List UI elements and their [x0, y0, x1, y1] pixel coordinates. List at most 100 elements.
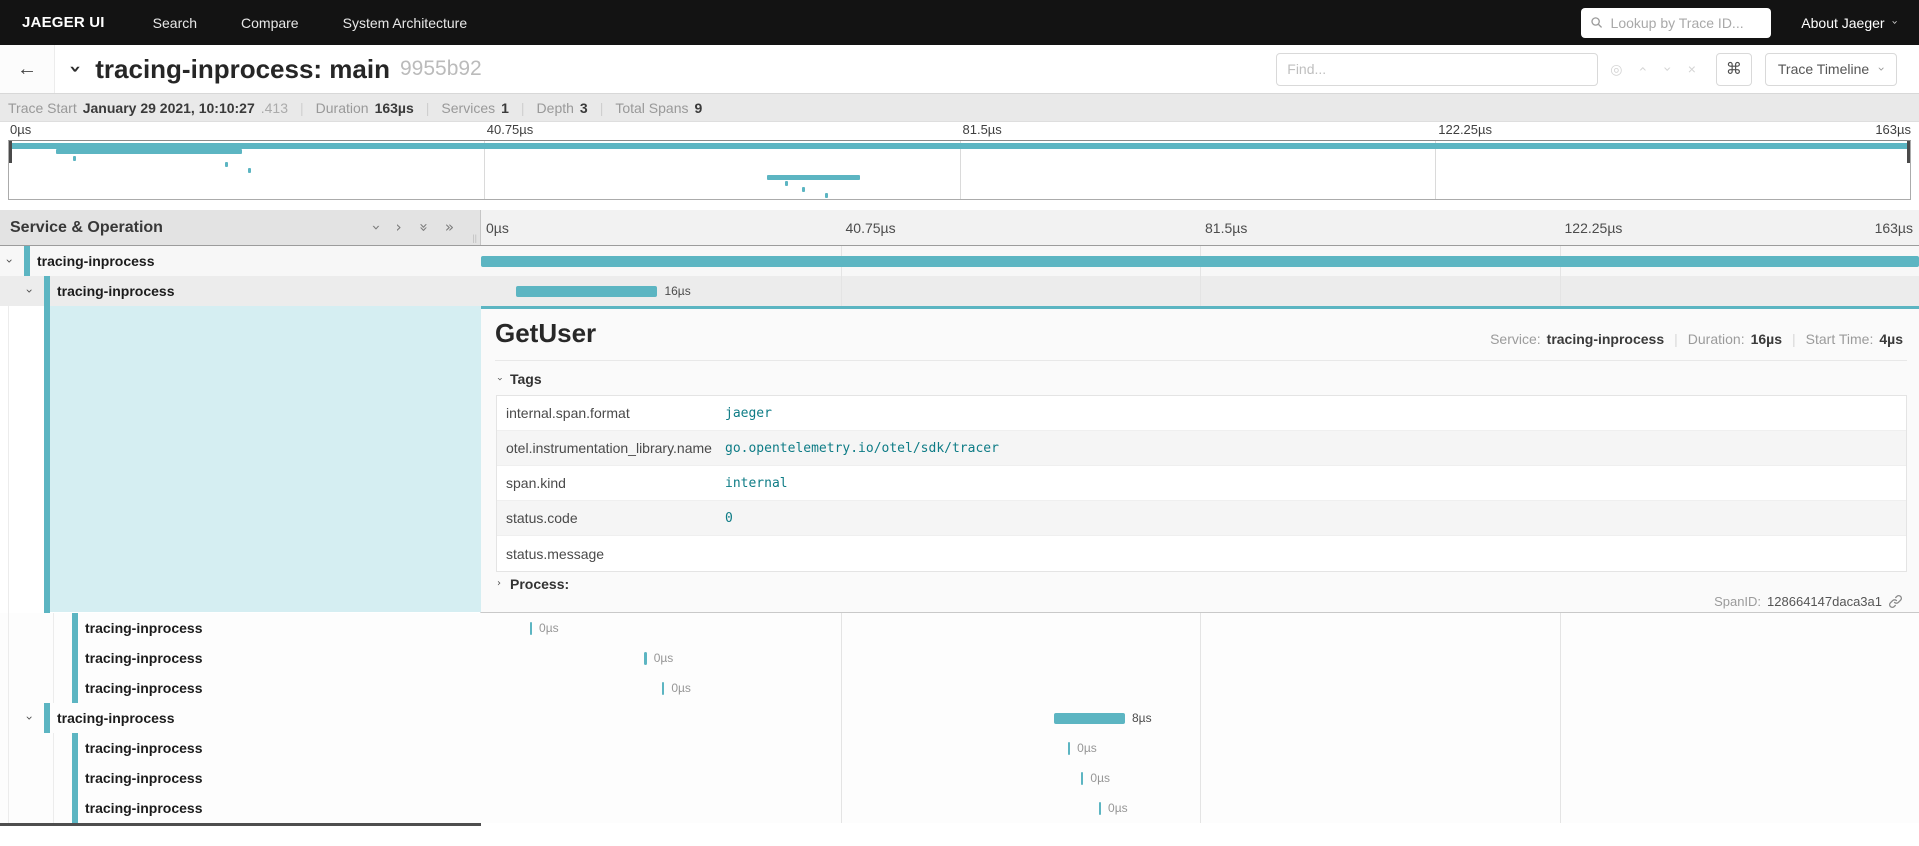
minimap-drag-handle-right[interactable]: [1907, 141, 1910, 163]
span-detail-left-highlight[interactable]: [50, 306, 481, 612]
expand-all-icon[interactable]: »: [445, 220, 454, 235]
tag-row[interactable]: status.code0: [497, 501, 1906, 536]
span-timeline-cell[interactable]: 0µs: [481, 793, 1919, 823]
span-duration-bar[interactable]: [516, 286, 657, 297]
process-section-toggle[interactable]: › Process:: [497, 576, 569, 592]
minimap-canvas[interactable]: [8, 140, 1911, 200]
timeline-gridline: [841, 793, 842, 823]
span-duration-label: 0µs: [1090, 771, 1110, 785]
tag-row[interactable]: otel.instrumentation_library.namego.open…: [497, 431, 1906, 466]
indent-guide: [53, 763, 54, 793]
span-service-name: tracing-inprocess: [85, 613, 202, 643]
span-duration-bar[interactable]: [1054, 713, 1125, 724]
prev-match-icon[interactable]: ›: [1636, 66, 1650, 72]
timeline-gridline: [1560, 643, 1561, 673]
back-button[interactable]: ←: [0, 45, 55, 93]
collapse-one-icon[interactable]: ›: [368, 225, 383, 231]
span-name-cell[interactable]: tracing-inprocess: [0, 643, 481, 673]
timeline-gridline: [1560, 733, 1561, 763]
span-row[interactable]: ›tracing-inprocess16µs: [0, 276, 1919, 306]
nav-item-compare[interactable]: Compare: [241, 15, 299, 31]
nav-item-system-architecture[interactable]: System Architecture: [343, 15, 468, 31]
span-row[interactable]: tracing-inprocess 0µs: [0, 643, 1919, 673]
jaeger-ui-logo[interactable]: JAEGER UI: [22, 14, 105, 31]
expand-one-icon[interactable]: ›: [396, 220, 402, 235]
span-name-cell[interactable]: ›tracing-inprocess: [0, 276, 481, 306]
minimap-gridline: [484, 141, 485, 199]
detail-divider: [495, 360, 1907, 361]
minimap-span-bar: [73, 156, 76, 161]
nav-item-search[interactable]: Search: [153, 15, 197, 31]
span-timeline-cell[interactable]: 16µs: [481, 276, 1919, 306]
minimap-axis: 0µs40.75µs81.5µs122.25µs163µs: [8, 122, 1911, 140]
tag-row[interactable]: span.kindinternal: [497, 466, 1906, 501]
meta-item: Services1: [441, 100, 508, 116]
tags-section-toggle[interactable]: › Tags: [497, 371, 542, 387]
span-name-cell[interactable]: tracing-inprocess: [0, 733, 481, 763]
span-duration-bar[interactable]: [662, 682, 665, 695]
clear-find-icon[interactable]: ×: [1688, 61, 1696, 77]
span-duration-bar[interactable]: [1081, 772, 1084, 785]
span-service-name: tracing-inprocess: [85, 643, 202, 673]
span-name-cell[interactable]: tracing-inprocess: [0, 613, 481, 643]
meta-separator: |: [521, 100, 525, 116]
column-resize-grip[interactable]: ||: [472, 233, 477, 243]
span-timeline-cell[interactable]: 0µs: [481, 733, 1919, 763]
span-expander-icon[interactable]: ›: [23, 289, 35, 294]
trace-id-input[interactable]: [1611, 15, 1763, 31]
span-duration-bar[interactable]: [644, 652, 647, 665]
span-duration-bar[interactable]: [1068, 742, 1071, 755]
span-row[interactable]: ›tracing-inprocess 8µs: [0, 703, 1919, 733]
trace-title: tracing-inprocess: main: [95, 54, 390, 85]
indent-guide: [53, 733, 54, 763]
tag-value: 0: [725, 511, 733, 526]
span-duration-label: 8µs: [1132, 711, 1152, 725]
span-row[interactable]: tracing-inprocess 0µs: [0, 613, 1919, 643]
span-timeline-cell[interactable]: 0µs: [481, 613, 1919, 643]
span-row[interactable]: ›tracing-inprocess: [0, 246, 1919, 276]
span-duration-bar[interactable]: [1099, 802, 1102, 815]
span-timeline-cell[interactable]: 0µs: [481, 763, 1919, 793]
span-row[interactable]: tracing-inprocess0µs: [0, 793, 1919, 823]
span-expander-icon[interactable]: ›: [3, 259, 15, 264]
tag-row[interactable]: status.message: [497, 536, 1906, 571]
span-timeline-cell[interactable]: [481, 246, 1919, 276]
tag-value: internal: [725, 476, 788, 491]
timeline-tick-label: 122.25µs: [1565, 220, 1623, 236]
detail-meta-separator: |: [1792, 331, 1796, 347]
about-jaeger-menu[interactable]: About Jaeger ›: [1801, 15, 1897, 31]
span-row[interactable]: tracing-inprocess0µs: [0, 673, 1919, 703]
view-mode-select[interactable]: Trace Timeline ›: [1765, 53, 1897, 86]
about-jaeger-label: About Jaeger: [1801, 15, 1884, 31]
keyboard-shortcuts-button[interactable]: ⌘: [1716, 53, 1752, 86]
next-match-icon[interactable]: ›: [1660, 66, 1674, 72]
span-name-cell[interactable]: tracing-inprocess: [0, 763, 481, 793]
span-row[interactable]: tracing-inprocess 0µs: [0, 763, 1919, 793]
collapse-all-icon[interactable]: »: [416, 223, 431, 232]
find-input[interactable]: [1276, 53, 1598, 86]
focus-match-icon[interactable]: ◎: [1610, 61, 1622, 78]
trace-collapse-icon[interactable]: ›: [66, 65, 86, 73]
span-timeline-cell[interactable]: 0µs: [481, 673, 1919, 703]
span-name-cell[interactable]: tracing-inprocess: [0, 673, 481, 703]
span-name-cell[interactable]: ›tracing-inprocess: [0, 246, 481, 276]
span-name-cell[interactable]: tracing-inprocess: [0, 793, 481, 823]
trace-id-lookup[interactable]: [1581, 8, 1771, 38]
copy-link-icon[interactable]: [1888, 594, 1903, 609]
minimap-span-bar: [225, 162, 228, 167]
span-timeline-cell[interactable]: 8µs: [481, 703, 1919, 733]
span-timeline-cell[interactable]: 0µs: [481, 643, 1919, 673]
indent-guide: [8, 733, 9, 763]
meta-separator: |: [600, 100, 604, 116]
rows-end-marker: [0, 823, 481, 826]
span-expander-icon[interactable]: ›: [23, 716, 35, 721]
span-duration-bar[interactable]: [530, 622, 533, 635]
tag-row[interactable]: internal.span.formatjaeger: [497, 396, 1906, 431]
timeline-gridline: [841, 703, 842, 733]
span-row[interactable]: tracing-inprocess0µs: [0, 733, 1919, 763]
span-duration-bar[interactable]: [481, 256, 1919, 267]
span-color-stripe: [72, 673, 78, 703]
minimap-drag-handle-left[interactable]: [9, 141, 12, 163]
span-name-cell[interactable]: ›tracing-inprocess: [0, 703, 481, 733]
meta-separator: |: [426, 100, 430, 116]
